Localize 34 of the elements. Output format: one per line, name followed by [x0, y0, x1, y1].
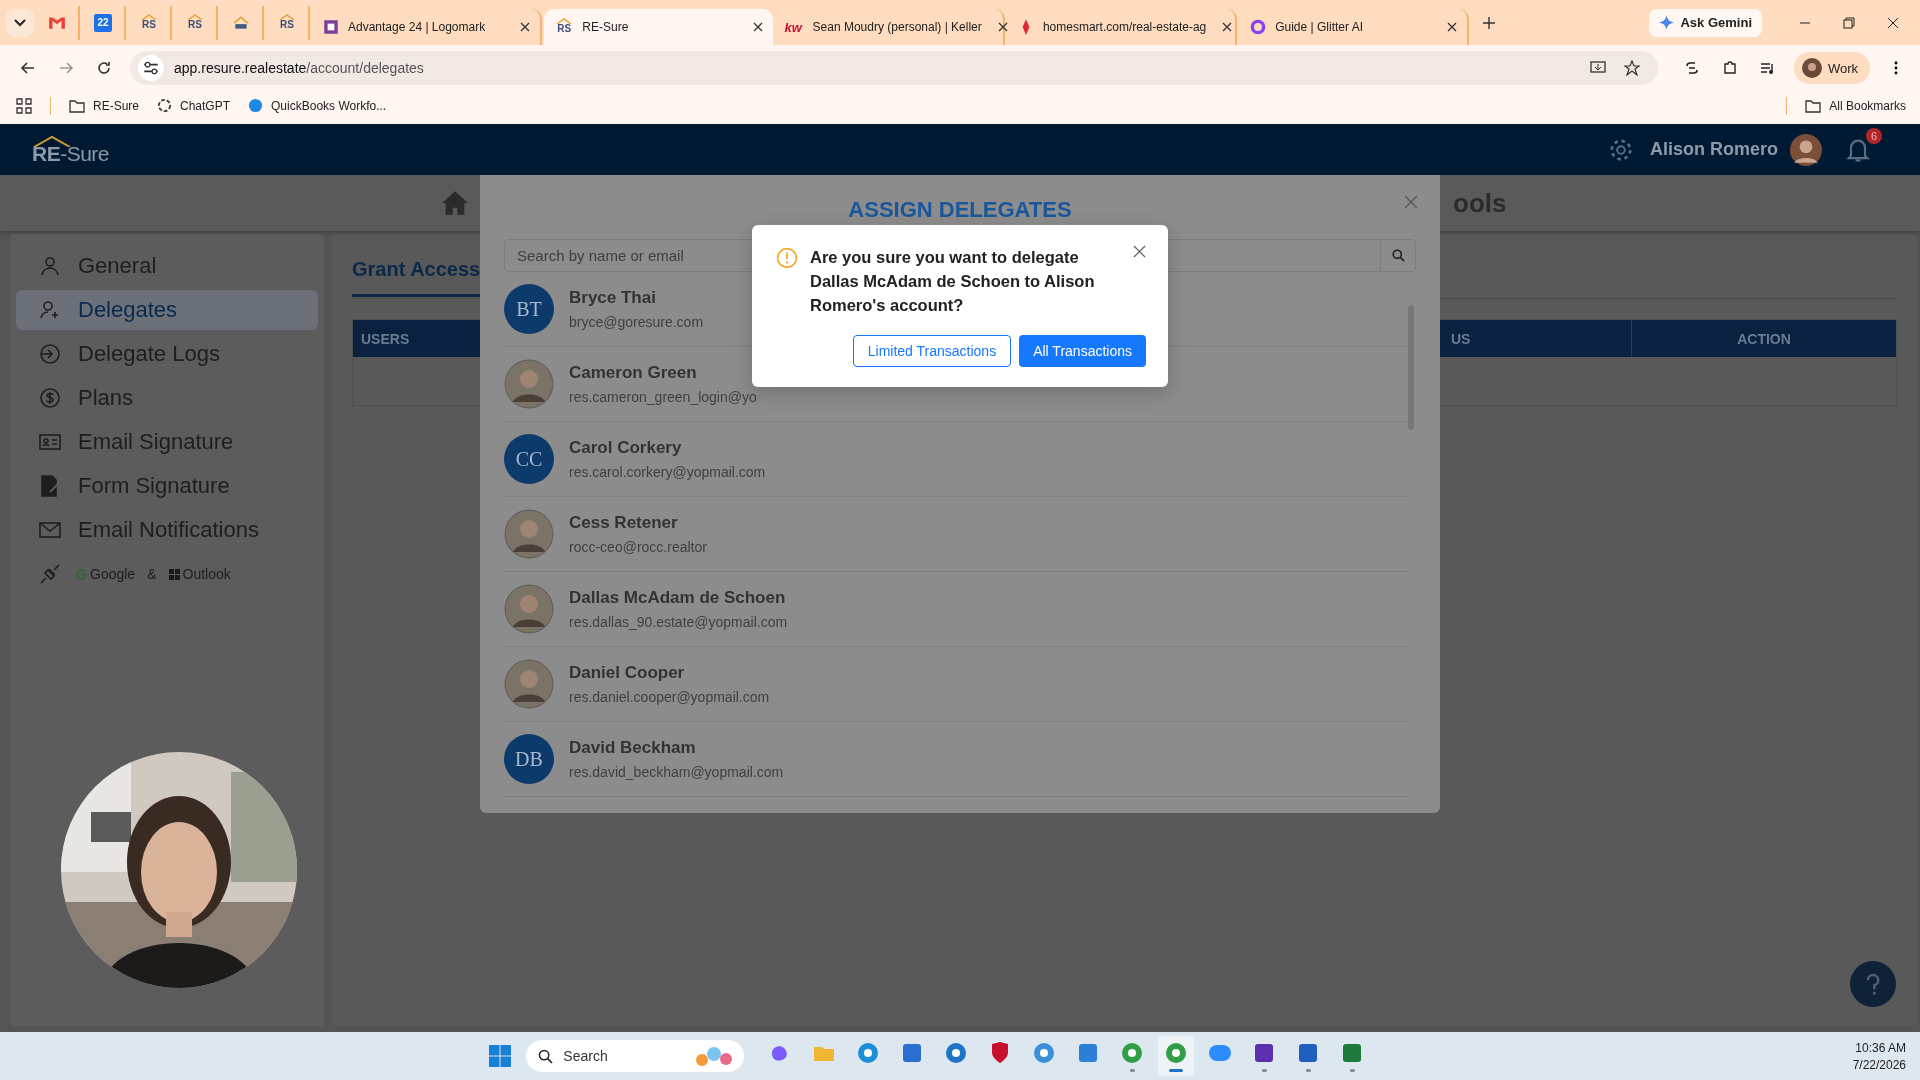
- tab-title: Guide | Glitter AI: [1275, 20, 1363, 34]
- user-email: res.carol.corkery@yopmail.com: [569, 464, 766, 480]
- tab-title: RE-Sure: [582, 20, 629, 34]
- initials-avatar: DB: [504, 734, 554, 784]
- column-header: USERS: [361, 330, 410, 347]
- user-name: Cess Retener: [569, 513, 679, 533]
- tab-title: Sean Moudry (personal) | Keller: [812, 20, 982, 34]
- user-name: David Beckham: [569, 738, 697, 758]
- notification-badge: 6: [1866, 127, 1882, 144]
- user-name: Bryce Thai: [569, 288, 657, 308]
- user-email: bryce@goresure.com: [569, 314, 704, 330]
- letter-icon: kw: [784, 18, 805, 36]
- clock-time: 10:36 AM: [1855, 1040, 1906, 1055]
- user-email: res.dallas_90.estate@yopmail.com: [569, 614, 788, 630]
- initials-avatar: BT: [504, 284, 554, 334]
- initials-avatar: CC: [504, 434, 554, 484]
- calendar-icon: 22: [94, 13, 112, 32]
- user-name: Daniel Cooper: [569, 663, 686, 683]
- user-email: res.david_beckham@yopmail.com: [569, 764, 784, 780]
- user-name: Dallas McAdam de Schoen: [569, 588, 787, 608]
- ampersand: &: [147, 566, 157, 582]
- tab-title: homesmart.com/real-estate-ag: [1042, 20, 1207, 34]
- tab-title: Advantage 24 | Logomark: [348, 20, 486, 34]
- search-placeholder: Search: [563, 1048, 608, 1064]
- dialog-title: ASSIGN DELEGATES: [848, 197, 1072, 224]
- user-email: res.cameron_green_login@yo: [569, 389, 757, 405]
- column-header: ACTION: [1737, 330, 1791, 347]
- user-name: Carol Corkery: [569, 438, 683, 458]
- column-header: US: [1451, 330, 1471, 347]
- user-name: Cameron Green: [569, 363, 698, 383]
- user-email: rocc-ceo@rocc.realtor: [569, 539, 707, 555]
- clock-date: 7/22/2026: [1852, 1057, 1906, 1072]
- user-email: res.daniel.cooper@yopmail.com: [569, 689, 770, 705]
- url-text: app.resure.realestate/account/delegates: [174, 60, 424, 76]
